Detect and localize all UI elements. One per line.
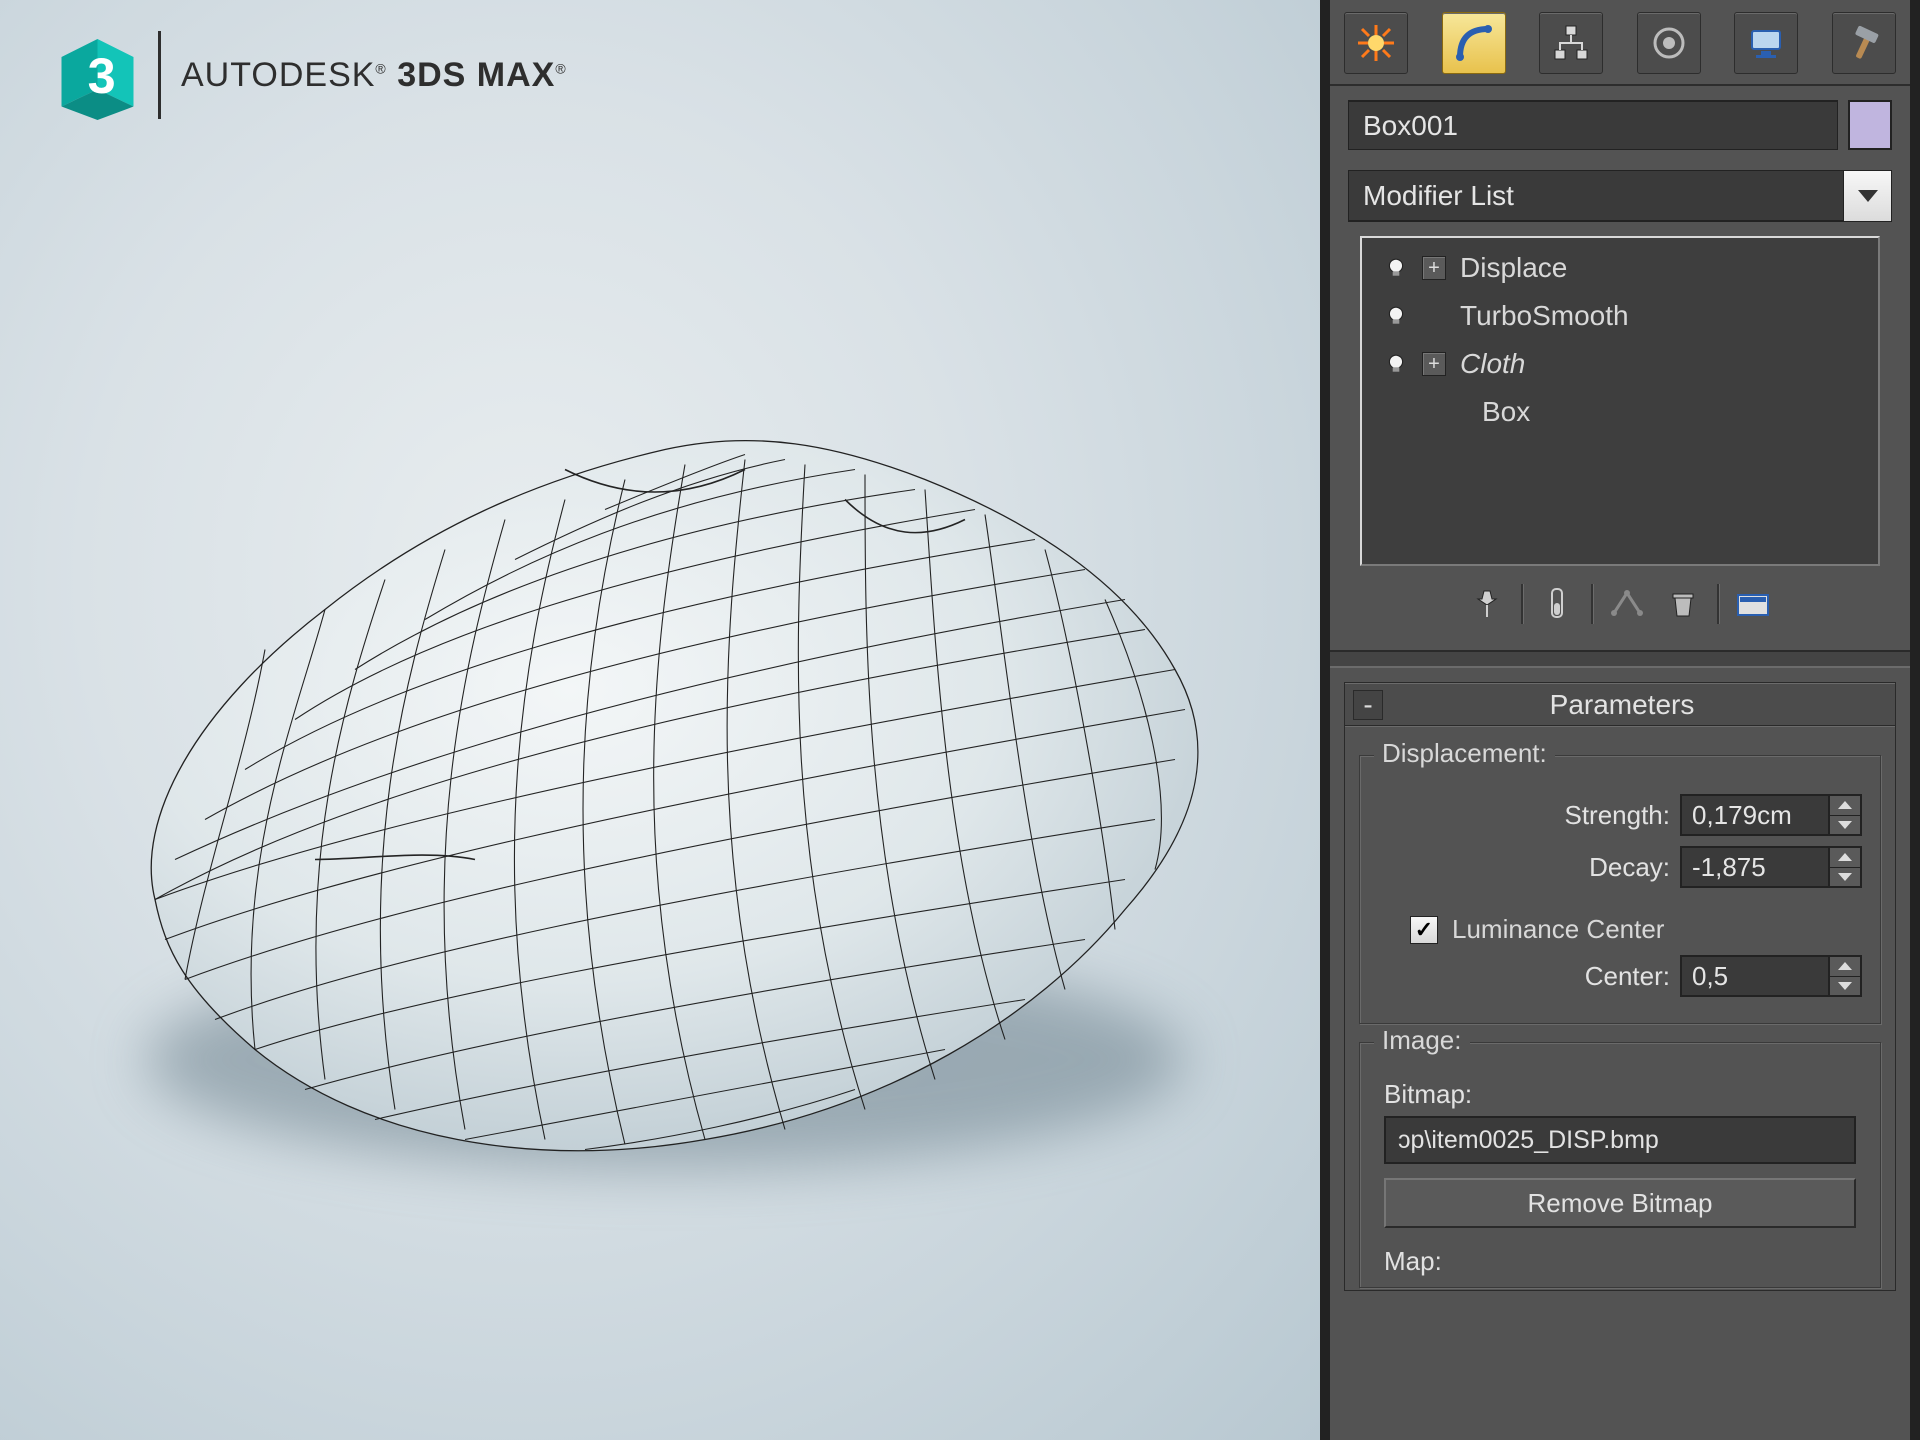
arc-icon (1454, 23, 1494, 63)
svg-text:3: 3 (88, 47, 116, 104)
hammer-icon (1844, 23, 1884, 63)
modifier-item-turbosmooth[interactable]: TurboSmooth (1362, 292, 1878, 340)
trash-icon (1667, 588, 1699, 620)
spinner-down-icon (1838, 821, 1852, 829)
param-luminance-center: ✓ Luminance Center (1410, 914, 1862, 945)
tab-utilities[interactable] (1832, 12, 1896, 74)
modifier-list-label: Modifier List (1349, 180, 1843, 212)
group-title-displacement: Displacement: (1374, 738, 1555, 769)
remove-bitmap-button[interactable]: Remove Bitmap (1384, 1178, 1856, 1228)
chevron-down-icon (1858, 190, 1878, 202)
lightbulb-icon[interactable] (1384, 304, 1408, 328)
spinner-down-icon (1838, 873, 1852, 881)
spinner-up-icon (1838, 801, 1852, 809)
modifier-stack[interactable]: + Displace TurboSmooth + Cloth Box (1360, 236, 1880, 566)
bitmap-path-button[interactable]: ɔp\item0025_DISP.bmp (1384, 1116, 1856, 1164)
group-displacement: Displacement: Strength: 0,179cm Decay: -… (1359, 755, 1881, 1024)
map-label: Map: (1384, 1246, 1862, 1277)
app-logo: 3 AUTODESK® 3DS MAX® (48, 30, 567, 120)
param-strength: Strength: 0,179cm (1378, 794, 1862, 836)
show-end-result-button[interactable] (1535, 582, 1579, 626)
sparkle-icon (1356, 23, 1396, 63)
command-panel-tabs (1330, 8, 1910, 86)
luminance-center-checkbox[interactable]: ✓ (1410, 916, 1438, 944)
tab-display[interactable] (1734, 12, 1798, 74)
modifier-item-displace[interactable]: + Displace (1362, 244, 1878, 292)
strength-spinner[interactable]: 0,179cm (1680, 794, 1862, 836)
rollout-header-parameters[interactable]: - Parameters (1345, 683, 1895, 727)
pin-icon (1470, 587, 1504, 621)
display-icon (1746, 23, 1786, 63)
app-logo-text: AUTODESK® 3DS MAX® (181, 56, 567, 95)
pin-stack-button[interactable] (1465, 582, 1509, 626)
modifier-stack-toolbar (1330, 566, 1910, 640)
configure-icon (1736, 589, 1770, 619)
group-title-image: Image: (1374, 1025, 1470, 1056)
branch-icon (1608, 589, 1646, 619)
motion-icon (1649, 23, 1689, 63)
spinner-down-icon (1838, 982, 1852, 990)
expand-icon[interactable]: + (1422, 256, 1446, 280)
tab-create[interactable] (1344, 12, 1408, 74)
spinner-up-icon (1838, 853, 1852, 861)
remove-modifier-button[interactable] (1661, 582, 1705, 626)
object-name-input[interactable]: Box001 (1348, 100, 1838, 150)
configure-sets-button[interactable] (1731, 582, 1775, 626)
rollout-collapse-icon: - (1353, 690, 1383, 720)
bitmap-label: Bitmap: (1384, 1079, 1862, 1110)
object-color-swatch[interactable] (1848, 100, 1892, 150)
center-spinner[interactable]: 0,5 (1680, 955, 1862, 997)
object-name-row: Box001 (1330, 86, 1910, 156)
group-image: Image: Bitmap: ɔp\item0025_DISP.bmp Remo… (1359, 1042, 1881, 1288)
decay-spinner[interactable]: -1,875 (1680, 846, 1862, 888)
command-panel: Box001 Modifier List + Displace TurboSmo… (1320, 0, 1920, 1440)
viewport-3d[interactable]: 3 AUTODESK® 3DS MAX® (0, 0, 1320, 1440)
lightbulb-icon[interactable] (1384, 352, 1408, 376)
rollout-parameters: - Parameters Displacement: Strength: 0,1… (1344, 682, 1896, 1291)
viewport-object-pillow (65, 340, 1255, 1245)
param-center: Center: 0,5 (1378, 955, 1862, 997)
modifier-item-cloth[interactable]: + Cloth (1362, 340, 1878, 388)
param-decay: Decay: -1,875 (1378, 846, 1862, 888)
tab-modify[interactable] (1442, 12, 1506, 74)
make-unique-button[interactable] (1605, 582, 1649, 626)
lightbulb-icon[interactable] (1384, 256, 1408, 280)
hierarchy-icon (1551, 23, 1591, 63)
modifier-item-box[interactable]: Box (1362, 388, 1878, 436)
tab-motion[interactable] (1637, 12, 1701, 74)
modifier-list-button[interactable] (1843, 171, 1891, 221)
spinner-up-icon (1838, 962, 1852, 970)
vial-icon (1542, 587, 1572, 621)
tab-hierarchy[interactable] (1539, 12, 1603, 74)
expand-icon[interactable]: + (1422, 352, 1446, 376)
autodesk-3ds-logo-icon: 3 (48, 30, 138, 120)
modifier-list-dropdown[interactable]: Modifier List (1348, 170, 1892, 222)
